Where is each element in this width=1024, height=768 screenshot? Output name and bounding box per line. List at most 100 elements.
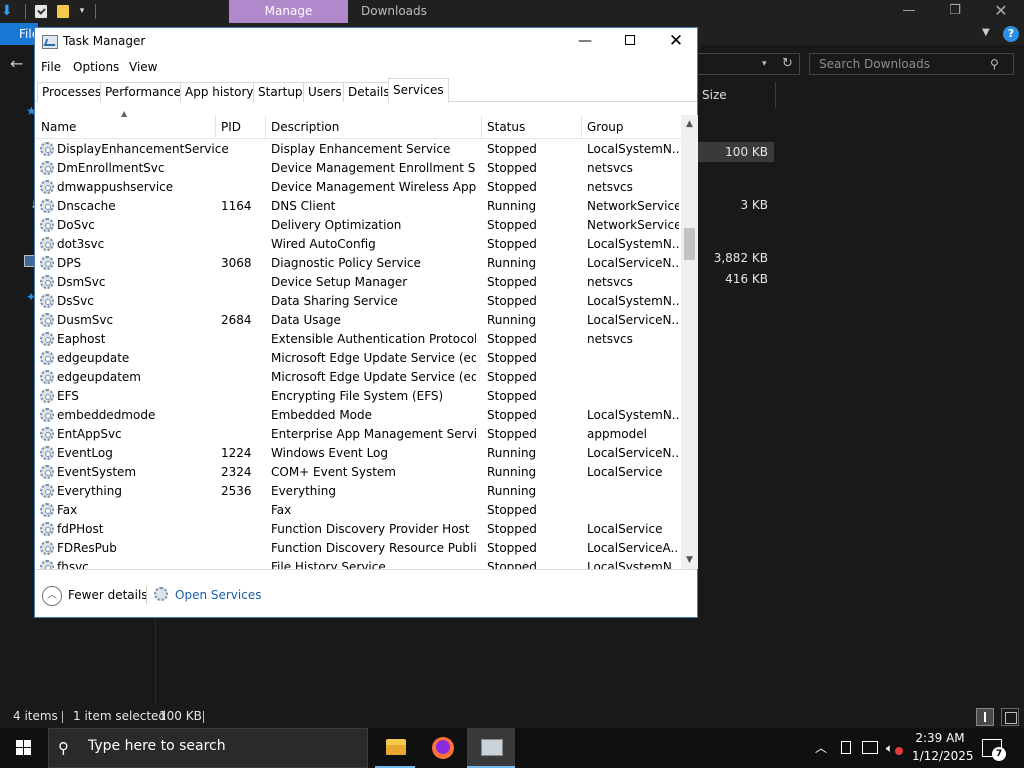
refresh-icon[interactable]: ↻ bbox=[782, 55, 798, 73]
menu-options[interactable]: Options bbox=[73, 60, 119, 74]
taskbar-firefox[interactable] bbox=[419, 728, 467, 768]
service-row[interactable]: dmwappushservice Device Management Wirele… bbox=[35, 178, 681, 197]
tab-processes[interactable]: Processes bbox=[37, 82, 107, 102]
explorer-minimize-button[interactable]: — bbox=[886, 0, 932, 23]
customize-toolbar-chevron-icon[interactable]: ▾ bbox=[76, 4, 88, 18]
task-manager-title-bar[interactable]: Task Manager — ✕ bbox=[35, 28, 697, 56]
new-folder-icon[interactable] bbox=[57, 5, 69, 18]
service-row[interactable]: DmEnrollmentSvc Device Management Enrollm… bbox=[35, 159, 681, 178]
service-row[interactable]: EventLog 1224 Windows Event Log Running Loca… bbox=[35, 444, 681, 463]
explorer-close-button[interactable]: ✕ bbox=[978, 0, 1024, 23]
show-hidden-icons-chevron-icon[interactable]: ︿ bbox=[815, 738, 831, 758]
details-view-button[interactable] bbox=[976, 708, 994, 726]
minimize-button[interactable]: — bbox=[562, 28, 608, 56]
service-row[interactable]: EFS Encrypting File System (EFS) Stopped bbox=[35, 387, 681, 406]
service-row[interactable]: fhsvc File History Service Stopped LocalSys… bbox=[35, 558, 681, 569]
service-gear-icon bbox=[40, 351, 54, 365]
service-row[interactable]: DoSvc Delivery Optimization Stopped Network… bbox=[35, 216, 681, 235]
network-icon[interactable] bbox=[862, 741, 878, 754]
service-status: Running bbox=[487, 199, 537, 213]
column-header-size[interactable]: Size bbox=[702, 88, 727, 102]
taskbar-task-manager[interactable] bbox=[467, 728, 515, 768]
service-row[interactable]: FDResPub Function Discovery Resource Publ… bbox=[35, 539, 681, 558]
scroll-down-icon[interactable]: ▼ bbox=[681, 553, 698, 567]
maximize-button[interactable] bbox=[607, 28, 653, 56]
menu-file[interactable]: File bbox=[41, 60, 61, 74]
tab-details[interactable]: Details bbox=[343, 82, 395, 102]
service-name: Dnscache bbox=[57, 199, 116, 213]
service-name: Eaphost bbox=[57, 332, 106, 346]
tablet-icon[interactable] bbox=[841, 741, 851, 754]
service-description: Device Management Enrollment Ser... bbox=[271, 161, 476, 175]
tab-services[interactable]: Services bbox=[388, 78, 449, 103]
explorer-restore-button[interactable]: ❐ bbox=[932, 0, 978, 23]
service-description: Embedded Mode bbox=[271, 408, 373, 422]
service-description: Device Management Wireless Applic... bbox=[271, 180, 476, 194]
column-header-pid[interactable]: PID bbox=[215, 115, 241, 139]
column-header-group[interactable]: Group bbox=[581, 115, 624, 139]
ribbon-tab-file[interactable]: File bbox=[0, 23, 38, 45]
column-header-description[interactable]: Description bbox=[265, 115, 339, 139]
service-row[interactable]: Eaphost Extensible Authentication Protoco… bbox=[35, 330, 681, 349]
clock-date[interactable]: 1/12/2025 bbox=[912, 749, 974, 763]
tab-startup[interactable]: Startup bbox=[253, 82, 308, 102]
service-pid bbox=[221, 216, 265, 235]
service-row[interactable]: DsSvc Data Sharing Service Stopped LocalSys… bbox=[35, 292, 681, 311]
service-row[interactable]: fdPHost Function Discovery Provider Host S… bbox=[35, 520, 681, 539]
service-row[interactable]: EventSystem 2324 COM+ Event System Running L… bbox=[35, 463, 681, 482]
service-group bbox=[587, 368, 679, 387]
vertical-scrollbar[interactable]: ▲ ▼ bbox=[681, 115, 698, 569]
large-icons-view-button[interactable] bbox=[1001, 708, 1019, 726]
tab-users[interactable]: Users bbox=[303, 82, 347, 102]
muted-badge-icon bbox=[895, 747, 903, 755]
column-divider[interactable] bbox=[775, 82, 776, 108]
service-row[interactable]: DsmSvc Device Setup Manager Stopped netsvcs bbox=[35, 273, 681, 292]
column-header-status[interactable]: Status bbox=[481, 115, 525, 139]
service-row[interactable]: DusmSvc 2684 Data Usage Running LocalService… bbox=[35, 311, 681, 330]
services-gear-icon[interactable] bbox=[154, 587, 168, 601]
service-name: dmwappushservice bbox=[57, 180, 174, 194]
clock-time[interactable]: 2:39 AM bbox=[912, 731, 968, 745]
start-button[interactable] bbox=[0, 728, 48, 768]
help-icon[interactable]: ? bbox=[1003, 26, 1019, 42]
service-pid bbox=[221, 558, 265, 569]
service-name: EventSystem bbox=[57, 465, 137, 479]
taskbar-file-explorer[interactable] bbox=[371, 728, 419, 768]
tab-app-history[interactable]: App history bbox=[180, 82, 259, 102]
ribbon-tab-manage[interactable]: Manage bbox=[229, 0, 348, 23]
service-description: Function Discovery Provider Host bbox=[271, 522, 470, 536]
service-row[interactable]: Everything 2536 Everything Running bbox=[35, 482, 681, 501]
menu-view[interactable]: View bbox=[129, 60, 157, 74]
service-row[interactable]: Dnscache 1164 DNS Client Running NetworkServ… bbox=[35, 197, 681, 216]
scrollbar-thumb[interactable] bbox=[684, 228, 695, 260]
service-row[interactable]: edgeupdatem Microsoft Edge Update Service… bbox=[35, 368, 681, 387]
collapse-chevron-icon[interactable]: ︿ bbox=[42, 586, 62, 606]
file-size: 100 KB bbox=[725, 145, 768, 159]
service-row[interactable]: DPS 3068 Diagnostic Policy Service Running L… bbox=[35, 254, 681, 273]
download-arrow-icon[interactable]: ⬇ bbox=[1, 3, 15, 19]
properties-icon[interactable] bbox=[35, 5, 47, 18]
service-row[interactable]: embeddedmode Embedded Mode Stopped LocalSys… bbox=[35, 406, 681, 425]
open-services-link[interactable]: Open Services bbox=[175, 588, 261, 602]
expand-ribbon-chevron-icon[interactable]: ▼ bbox=[982, 25, 998, 41]
service-pid bbox=[221, 273, 265, 292]
close-button[interactable]: ✕ bbox=[653, 28, 699, 56]
back-arrow-icon[interactable]: ← bbox=[10, 55, 28, 73]
service-row[interactable]: Fax Fax Stopped bbox=[35, 501, 681, 520]
service-pid bbox=[221, 178, 265, 197]
service-row[interactable]: dot3svc Wired AutoConfig Stopped LocalSyste… bbox=[35, 235, 681, 254]
fewer-details-button[interactable]: Fewer details bbox=[68, 588, 148, 602]
tab-performance[interactable]: Performance bbox=[100, 82, 187, 102]
service-gear-icon bbox=[40, 484, 54, 498]
toolbar-divider bbox=[25, 4, 26, 19]
scroll-up-icon[interactable]: ▲ bbox=[681, 117, 698, 131]
service-name: FDResPub bbox=[57, 541, 117, 555]
service-row[interactable]: edgeupdate Microsoft Edge Update Service … bbox=[35, 349, 681, 368]
explorer-search-input[interactable]: Search Downloads bbox=[809, 53, 1014, 75]
column-header-name[interactable]: Name bbox=[35, 115, 76, 139]
service-status: Stopped bbox=[487, 161, 537, 175]
address-dropdown-icon[interactable]: ▾ bbox=[762, 55, 776, 73]
service-row[interactable]: EntAppSvc Enterprise App Management Servi… bbox=[35, 425, 681, 444]
service-row[interactable]: DisplayEnhancementService Display Enhance… bbox=[35, 140, 681, 159]
taskbar-search-placeholder[interactable]: Type here to search bbox=[88, 738, 226, 754]
